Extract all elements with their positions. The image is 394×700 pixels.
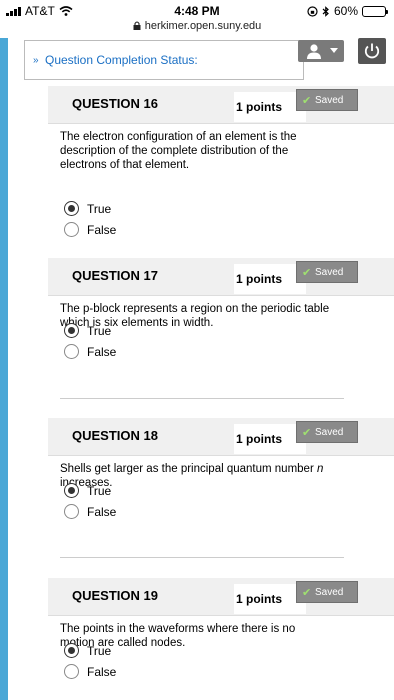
option-label: True <box>87 201 112 216</box>
divider <box>60 557 344 558</box>
points-label: 1 points <box>236 272 283 286</box>
question-text-italic: n <box>316 463 324 475</box>
caret-down-icon <box>330 48 338 53</box>
url-text: herkimer.open.suny.edu <box>144 20 262 32</box>
bluetooth-icon <box>322 5 329 17</box>
question-header: QUESTION 16 1 points ✔ Saved <box>48 86 394 124</box>
question-text-part: Shells get larger as the principal quant… <box>60 463 317 475</box>
radio-button[interactable] <box>64 643 79 658</box>
option-label: False <box>87 504 117 519</box>
question-header: QUESTION 18 1 points ✔ Saved <box>48 418 394 456</box>
radio-button[interactable] <box>64 323 79 338</box>
option-false[interactable]: False <box>64 222 116 237</box>
user-icon <box>307 44 321 59</box>
option-label: False <box>87 222 117 237</box>
option-true[interactable]: True <box>64 323 111 338</box>
saved-label: Saved <box>315 95 344 106</box>
question-header: QUESTION 19 1 points ✔ Saved <box>48 578 394 616</box>
radio-button[interactable] <box>64 222 79 237</box>
test-content: » Question Completion Status: QUESTION 1… <box>14 38 394 700</box>
points-label: 1 points <box>236 100 283 114</box>
check-icon: ✔ <box>302 427 312 439</box>
ios-status-bar: AT&T 4:48 PM 60% <box>0 0 394 20</box>
saved-label: Saved <box>315 427 344 438</box>
option-true[interactable]: True <box>64 201 111 216</box>
check-icon: ✔ <box>302 95 312 107</box>
check-icon: ✔ <box>302 267 312 279</box>
completion-status-label: Question Completion Status: <box>45 53 198 67</box>
option-label: False <box>87 344 117 359</box>
option-label: False <box>87 664 117 679</box>
question-block-16: QUESTION 16 1 points ✔ Saved The electro… <box>14 86 394 277</box>
radio-button[interactable] <box>64 344 79 359</box>
question-completion-status[interactable]: » Question Completion Status: <box>24 40 304 80</box>
option-true[interactable]: True <box>64 643 111 658</box>
divider <box>60 398 344 399</box>
question-title: QUESTION 16 <box>72 96 158 111</box>
lock-icon <box>133 21 141 30</box>
question-title: QUESTION 19 <box>72 588 158 603</box>
points-label: 1 points <box>236 592 283 606</box>
option-label: True <box>87 643 112 658</box>
question-text: The electron configuration of an element… <box>60 131 297 171</box>
question-header: QUESTION 17 1 points ✔ Saved <box>48 258 394 296</box>
radio-button[interactable] <box>64 201 79 216</box>
question-block-19: QUESTION 19 1 points ✔ Saved The points … <box>14 578 394 700</box>
check-icon: ✔ <box>302 587 312 599</box>
left-accent-bar <box>0 38 8 700</box>
saved-label: Saved <box>315 267 344 278</box>
battery-percent: 60% <box>333 4 358 18</box>
option-false[interactable]: False <box>64 664 116 679</box>
status-right: 60% <box>307 4 388 18</box>
question-title: QUESTION 18 <box>72 428 158 443</box>
option-false[interactable]: False <box>64 344 116 359</box>
saved-label: Saved <box>315 587 344 598</box>
battery-icon <box>362 5 388 17</box>
logout-button[interactable] <box>358 38 386 64</box>
chevron-down-icon: » <box>33 55 39 66</box>
saved-badge: ✔ Saved <box>296 581 358 603</box>
option-false[interactable]: False <box>64 504 116 519</box>
radio-button[interactable] <box>64 664 79 679</box>
radio-button[interactable] <box>64 504 79 519</box>
user-menu-button[interactable] <box>298 40 344 62</box>
power-icon <box>364 43 380 59</box>
question-block-18: QUESTION 18 1 points ✔ Saved Shells get … <box>14 418 394 578</box>
question-title: QUESTION 17 <box>72 268 158 283</box>
radio-button[interactable] <box>64 483 79 498</box>
saved-badge: ✔ Saved <box>296 261 358 283</box>
saved-badge: ✔ Saved <box>296 89 358 111</box>
points-label: 1 points <box>236 432 283 446</box>
question-block-17: QUESTION 17 1 points ✔ Saved The p-block… <box>14 258 394 418</box>
address-bar[interactable]: herkimer.open.suny.edu <box>0 20 394 38</box>
option-true[interactable]: True <box>64 483 111 498</box>
option-label: True <box>87 483 112 498</box>
orientation-lock-icon <box>307 5 318 17</box>
option-label: True <box>87 323 112 338</box>
saved-badge: ✔ Saved <box>296 421 358 443</box>
